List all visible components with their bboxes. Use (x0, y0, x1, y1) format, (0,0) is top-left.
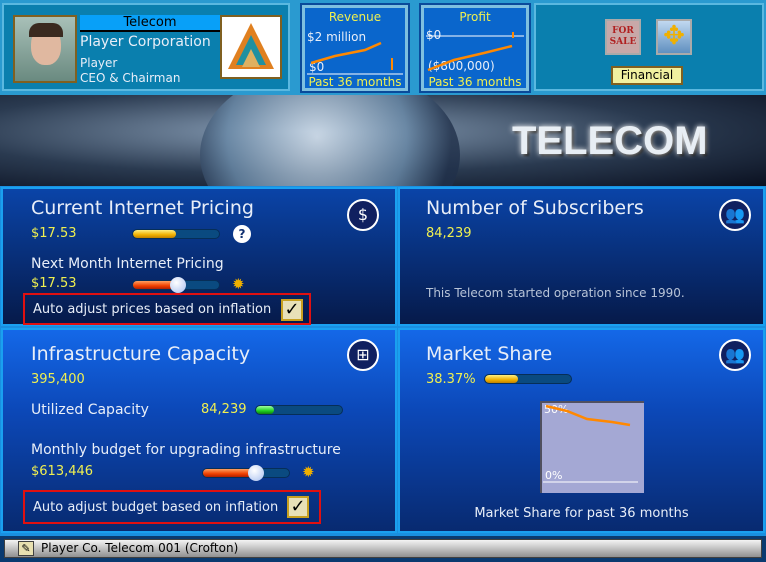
actions-panel: FOR SALE ✥ Financial (534, 3, 764, 91)
current-price: $17.53 (31, 226, 77, 241)
auto-adjust-prices-label: Auto adjust prices based on inflation (33, 302, 272, 317)
subscribers-group-icon: 👥 (719, 199, 751, 231)
auto-adjust-budget-option[interactable]: Auto adjust budget based on inflation ✓ (23, 490, 321, 524)
capacity-value: 395,400 (31, 372, 85, 387)
infrastructure-title: Infrastructure Capacity (31, 343, 251, 365)
profit-footer: Past 36 months (428, 75, 522, 89)
avatar[interactable] (13, 15, 77, 83)
market-share-title: Market Share (426, 343, 553, 365)
subscriber-count: 84,239 (426, 226, 472, 241)
subscribers-title: Number of Subscribers (426, 197, 644, 219)
infrastructure-panel: Infrastructure Capacity ⊞ 395,400 Utiliz… (1, 328, 397, 533)
pricing-panel: Current Internet Pricing $ $17.53 ? Next… (1, 187, 397, 326)
status-bar[interactable]: ✎ Player Co. Telecom 001 (Crofton) (4, 539, 762, 558)
revenue-footer: Past 36 months (308, 75, 402, 89)
budget-slider[interactable] (202, 465, 290, 481)
market-share-panel: Market Share 👥 38.37% 50% 0% Market Shar… (398, 328, 765, 533)
status-text: Player Co. Telecom 001 (Crofton) (41, 541, 239, 555)
utilized-bar (255, 405, 343, 415)
utilized-value: 84,239 (201, 402, 247, 417)
budget-label: Monthly budget for upgrading infrastruct… (31, 442, 341, 458)
utilized-label: Utilized Capacity (31, 402, 149, 418)
next-price-title: Next Month Internet Pricing (31, 256, 224, 272)
budget-value: $613,446 (31, 464, 94, 479)
player-title: CEO & Chairman (80, 71, 181, 85)
company-logo (220, 15, 282, 79)
company-type-label: Telecom (80, 15, 220, 32)
market-share-caption: Market Share for past 36 months (474, 506, 689, 521)
edit-icon[interactable]: ✎ (18, 541, 34, 556)
banner-title: TELECOM (512, 119, 708, 163)
for-sale-sign-icon[interactable]: FOR SALE (605, 19, 641, 55)
auto-adjust-prices-checkbox[interactable]: ✓ (281, 299, 303, 321)
help-icon[interactable]: ? (233, 225, 251, 243)
market-share-value: 38.37% (426, 372, 476, 387)
profit-chart[interactable]: Profit $0 ($800,000) Past 36 months (419, 3, 531, 93)
auto-adjust-prices-option[interactable]: Auto adjust prices based on inflation ✓ (23, 293, 311, 325)
move-arrows-icon[interactable]: ✥ (656, 19, 692, 55)
globe-image (200, 95, 460, 186)
gear-icon[interactable]: ✹ (302, 463, 315, 481)
revenue-line (310, 41, 382, 65)
internet-price-icon: $ (347, 199, 379, 231)
next-price: $17.53 (31, 276, 77, 291)
slider-knob[interactable] (248, 465, 264, 481)
corporation-name: Player Corporation (80, 34, 211, 50)
subscribers-panel: Number of Subscribers 👥 84,239 This Tele… (398, 187, 765, 326)
auto-adjust-budget-checkbox[interactable]: ✓ (287, 496, 309, 518)
revenue-chart[interactable]: Revenue $2 million $0 Past 36 months (300, 3, 410, 93)
financial-button[interactable]: Financial (611, 66, 683, 85)
operation-note: This Telecom started operation since 199… (426, 286, 685, 300)
slider-knob[interactable] (170, 277, 186, 293)
status-bar-container: ✎ Player Co. Telecom 001 (Crofton) (0, 536, 766, 562)
network-icon: ⊞ (347, 339, 379, 371)
player-name: Player (80, 56, 118, 70)
next-price-slider[interactable] (132, 277, 220, 293)
profit-line (427, 44, 513, 72)
market-group-icon: 👥 (719, 339, 751, 371)
auto-adjust-budget-label: Auto adjust budget based on inflation (33, 500, 279, 515)
banner: TELECOM (0, 95, 766, 186)
top-bar: Telecom Player Corporation Player CEO & … (0, 0, 766, 95)
market-share-line (545, 404, 631, 427)
market-share-chart: 50% 0% (540, 401, 644, 493)
pricing-title: Current Internet Pricing (31, 197, 254, 219)
company-info-panel: Telecom Player Corporation Player CEO & … (2, 3, 290, 91)
gear-icon[interactable]: ✹ (232, 275, 245, 293)
market-share-bar (484, 374, 572, 384)
current-price-bar (132, 229, 220, 239)
